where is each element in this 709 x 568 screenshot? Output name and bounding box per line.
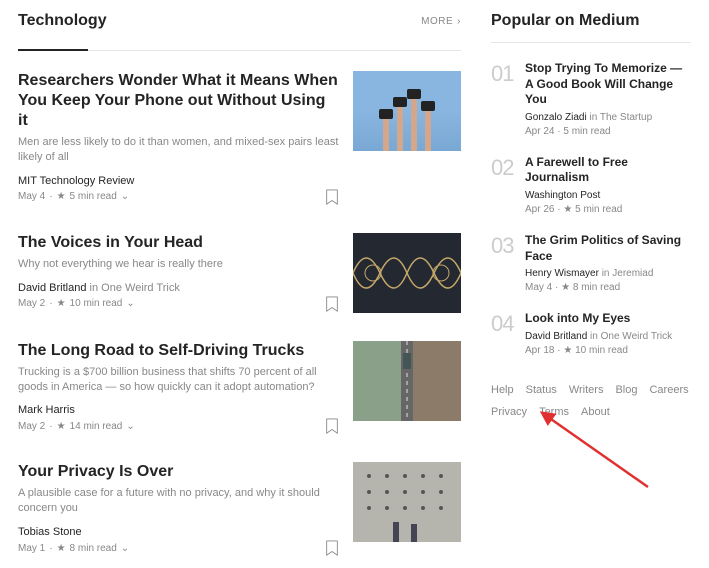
article-thumbnail[interactable] xyxy=(353,462,461,542)
article: Your Privacy Is Over A plausible case fo… xyxy=(18,462,461,556)
chevron-right-icon: › xyxy=(457,16,461,27)
rank-number: 04 xyxy=(491,311,515,356)
article-thumbnail[interactable] xyxy=(353,341,461,421)
article: The Long Road to Self-Driving Trucks Tru… xyxy=(18,341,461,435)
popular-item: 03 The Grim Politics of Saving Face Henr… xyxy=(491,233,691,293)
sidebar-title: Popular on Medium xyxy=(491,12,639,30)
popular-author[interactable]: Henry Wismayer in Jeremiad xyxy=(525,268,691,279)
popular-author[interactable]: Washington Post xyxy=(525,190,691,201)
popular-item: 01 Stop Trying To Memorize — A Good Book… xyxy=(491,61,691,137)
popular-author[interactable]: Gonzalo Ziadi in The Startup xyxy=(525,112,691,123)
star-icon: ★ xyxy=(563,345,572,356)
article-thumbnail[interactable] xyxy=(353,233,461,313)
article: Researchers Wonder What it Means When Yo… xyxy=(18,71,461,205)
article: The Voices in Your Head Why not everythi… xyxy=(18,233,461,313)
article-subtitle: Men are less likely to do it than women,… xyxy=(18,135,339,165)
article-meta: May 2 · ★ 10 min read ⌄ xyxy=(18,298,135,309)
star-icon: ★ xyxy=(57,421,66,432)
more-label: MORE xyxy=(421,16,453,27)
popular-title[interactable]: The Grim Politics of Saving Face xyxy=(525,233,691,264)
popular-author[interactable]: David Britland in One Weird Trick xyxy=(525,331,691,342)
article-meta: May 1 · ★ 8 min read ⌄ xyxy=(18,543,129,554)
article-title[interactable]: The Long Road to Self-Driving Trucks xyxy=(18,341,339,361)
bookmark-icon[interactable] xyxy=(325,296,339,312)
popular-meta: Apr 18 · ★ 10 min read xyxy=(525,345,691,356)
article-author[interactable]: MIT Technology Review xyxy=(18,175,339,187)
popular-meta: May 4 · ★ 8 min read xyxy=(525,282,691,293)
popular-title[interactable]: A Farewell to Free Journalism xyxy=(525,155,691,186)
bookmark-icon[interactable] xyxy=(325,189,339,205)
more-link[interactable]: MORE › xyxy=(421,16,461,27)
article-subtitle: Why not everything we hear is really the… xyxy=(18,257,339,272)
footer-link-writers[interactable]: Writers xyxy=(569,384,604,396)
star-icon: ★ xyxy=(57,543,66,554)
popular-title[interactable]: Look into My Eyes xyxy=(525,311,691,327)
section-title: Technology xyxy=(18,12,107,30)
rank-number: 02 xyxy=(491,155,515,215)
article-thumbnail[interactable] xyxy=(353,71,461,151)
star-icon: ★ xyxy=(57,191,66,202)
footer-link-careers[interactable]: Careers xyxy=(649,384,688,396)
footer-link-blog[interactable]: Blog xyxy=(615,384,637,396)
article-subtitle: A plausible case for a future with no pr… xyxy=(18,486,339,516)
popular-meta: Apr 24 · 5 min read xyxy=(525,126,691,137)
popular-meta: Apr 26 · ★ 5 min read xyxy=(525,204,691,215)
footer-link-about[interactable]: About xyxy=(581,406,610,418)
footer-link-terms[interactable]: Terms xyxy=(539,406,569,418)
popular-item: 04 Look into My Eyes David Britland in O… xyxy=(491,311,691,356)
article-title[interactable]: Your Privacy Is Over xyxy=(18,462,339,482)
bookmark-icon[interactable] xyxy=(325,418,339,434)
bookmark-icon[interactable] xyxy=(325,540,339,556)
article-title[interactable]: Researchers Wonder What it Means When Yo… xyxy=(18,71,339,131)
rank-number: 03 xyxy=(491,233,515,293)
star-icon: ★ xyxy=(563,204,572,215)
article-author[interactable]: Tobias Stone xyxy=(18,526,339,538)
chevron-down-icon[interactable]: ⌄ xyxy=(121,191,129,202)
article-author[interactable]: David Britland in One Weird Trick xyxy=(18,282,339,294)
divider xyxy=(491,42,691,43)
article-subtitle: Trucking is a $700 billion business that… xyxy=(18,365,339,395)
footer-link-privacy[interactable]: Privacy xyxy=(491,406,527,418)
star-icon: ★ xyxy=(57,298,66,309)
article-meta: May 4 · ★ 5 min read ⌄ xyxy=(18,191,129,202)
chevron-down-icon[interactable]: ⌄ xyxy=(126,298,134,309)
popular-item: 02 A Farewell to Free Journalism Washing… xyxy=(491,155,691,215)
rank-number: 01 xyxy=(491,61,515,137)
article-author[interactable]: Mark Harris xyxy=(18,404,339,416)
footer-link-help[interactable]: Help xyxy=(491,384,514,396)
chevron-down-icon[interactable]: ⌄ xyxy=(126,421,134,432)
chevron-down-icon[interactable]: ⌄ xyxy=(121,543,129,554)
article-meta: May 2 · ★ 14 min read ⌄ xyxy=(18,421,135,432)
article-title[interactable]: The Voices in Your Head xyxy=(18,233,339,253)
footer-links: Help Status Writers Blog Careers Privacy… xyxy=(491,384,691,418)
footer-link-status[interactable]: Status xyxy=(526,384,557,396)
popular-title[interactable]: Stop Trying To Memorize — A Good Book Wi… xyxy=(525,61,691,108)
divider xyxy=(18,50,461,51)
star-icon: ★ xyxy=(561,282,570,293)
